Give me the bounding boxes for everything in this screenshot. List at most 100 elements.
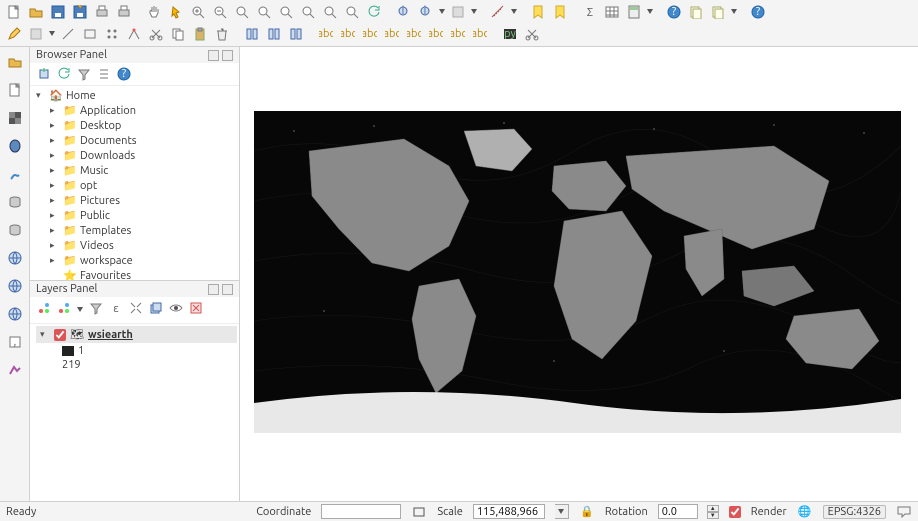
raster-add-icon[interactable] (4, 107, 26, 129)
pan-select-icon[interactable] (166, 2, 186, 22)
split-icon[interactable] (242, 24, 262, 44)
dock-icon[interactable] (208, 284, 219, 295)
spatialite-add-icon[interactable] (4, 163, 26, 185)
rotation-stepper[interactable]: ▲ ▼ (707, 505, 719, 519)
copy-style-icon[interactable] (686, 2, 706, 22)
tree-item-pictures[interactable]: ▸📁Pictures (50, 193, 237, 208)
step-up-icon[interactable]: ▲ (707, 505, 719, 512)
coord-input[interactable] (321, 504, 401, 519)
chevron-down-icon[interactable] (438, 2, 446, 22)
paste-style-icon[interactable] (708, 2, 728, 22)
save-icon[interactable] (48, 2, 68, 22)
chevron-right-icon[interactable]: ▸ (50, 210, 60, 221)
chevron-down-icon[interactable] (48, 24, 56, 44)
crs-value[interactable]: EPSG:4326 (823, 505, 886, 519)
vector-open-icon[interactable] (4, 51, 26, 73)
tree-item-documents[interactable]: ▸📁Documents (50, 133, 237, 148)
add-layer-icon[interactable] (36, 66, 52, 82)
tree-item-public[interactable]: ▸📁Public (50, 208, 237, 223)
tree-item-opt[interactable]: ▸📁opt (50, 178, 237, 193)
zoom-in-icon[interactable] (188, 2, 208, 22)
identify-icon[interactable]: i (416, 2, 436, 22)
delimited-text-icon[interactable]: , (4, 331, 26, 353)
saveas-icon[interactable] (70, 2, 90, 22)
visibility-icon[interactable] (168, 300, 184, 316)
wcs-add-icon[interactable] (4, 275, 26, 297)
merge-sel-icon[interactable] (264, 24, 284, 44)
tree-item-templates[interactable]: ▸📁Templates (50, 223, 237, 238)
mssql-add-icon[interactable] (4, 191, 26, 213)
cut-icon[interactable] (146, 24, 166, 44)
paste-icon[interactable] (190, 24, 210, 44)
markers-icon[interactable] (102, 24, 122, 44)
messages-icon[interactable] (896, 504, 912, 520)
remove-icon[interactable] (188, 300, 204, 316)
abc5-icon[interactable]: abc (404, 24, 424, 44)
scale-dropdown[interactable] (555, 504, 569, 519)
chevron-right-icon[interactable]: ▸ (50, 180, 60, 191)
chevron-right-icon[interactable]: ▸ (50, 225, 60, 236)
scale-input[interactable] (473, 504, 545, 519)
delete-icon[interactable] (212, 24, 232, 44)
crs-icon[interactable]: 🌐 (797, 504, 813, 520)
abc2-icon[interactable]: abc (338, 24, 358, 44)
virtual-layer-icon[interactable] (4, 359, 26, 381)
chevron-down-icon[interactable] (730, 2, 738, 22)
identify-icon[interactable]: i (394, 2, 414, 22)
wfs-add-icon[interactable] (4, 303, 26, 325)
tree-item-desktop[interactable]: ▸📁Desktop (50, 118, 237, 133)
oracle-add-icon[interactable] (4, 219, 26, 241)
print-icon[interactable] (92, 2, 112, 22)
filter-icon[interactable] (76, 66, 92, 82)
action-icon[interactable] (448, 2, 468, 22)
close-icon[interactable] (222, 284, 233, 295)
tree-item-application[interactable]: ▸📁Application (50, 103, 237, 118)
attr-table-icon[interactable] (602, 2, 622, 22)
shortcuts-icon[interactable] (522, 24, 542, 44)
rect-icon[interactable] (80, 24, 100, 44)
stats-icon[interactable]: Σ (580, 2, 600, 22)
chevron-right-icon[interactable]: ▸ (50, 165, 60, 176)
chevron-right-icon[interactable]: ▸ (50, 135, 60, 146)
chevron-down-icon[interactable] (76, 300, 84, 320)
chevron-right-icon[interactable]: ▸ (50, 195, 60, 206)
chevron-right-icon[interactable]: ▸ (50, 105, 60, 116)
measure-icon[interactable] (488, 2, 508, 22)
zoom-next-icon[interactable] (342, 2, 362, 22)
layer-item[interactable]: ▾ 🗺 wsiearth (36, 326, 237, 343)
map-canvas[interactable] (240, 47, 918, 501)
pencil-icon[interactable] (4, 24, 24, 44)
copy-icon[interactable] (168, 24, 188, 44)
tips-icon[interactable]: ? (664, 2, 684, 22)
help-icon[interactable]: ? (116, 66, 132, 82)
lock-scale-icon[interactable]: 🔒 (579, 504, 595, 520)
edit-icon[interactable] (26, 24, 46, 44)
chevron-right-icon[interactable]: ▸ (50, 120, 60, 131)
zoom-native-icon[interactable] (232, 2, 252, 22)
filter-icon[interactable] (88, 300, 104, 316)
expr-icon[interactable]: ε (108, 300, 124, 316)
tree-item-downloads[interactable]: ▸📁Downloads (50, 148, 237, 163)
tree-home[interactable]: ▾🏠Home (36, 88, 237, 103)
postgis-add-icon[interactable] (4, 135, 26, 157)
abc7-icon[interactable]: abc (448, 24, 468, 44)
chevron-right-icon[interactable]: ▸ (50, 150, 60, 161)
rotation-input[interactable] (658, 504, 698, 519)
py-console-icon[interactable]: py (500, 24, 520, 44)
field-calc-icon[interactable] (624, 2, 644, 22)
chevron-down-icon[interactable] (646, 2, 654, 22)
layers-tree[interactable]: ▾ 🗺 wsiearth 1 219 (30, 324, 239, 501)
pan-icon[interactable] (144, 2, 164, 22)
tree-item-music[interactable]: ▸📁Music (50, 163, 237, 178)
chevron-down-icon[interactable]: ▾ (36, 90, 46, 101)
merge-attr-icon[interactable] (286, 24, 306, 44)
abc4-icon[interactable]: abc (382, 24, 402, 44)
chevron-down-icon[interactable] (470, 2, 478, 22)
zoom-out-icon[interactable] (210, 2, 230, 22)
bookmark-list-icon[interactable] (550, 2, 570, 22)
close-icon[interactable] (222, 50, 233, 61)
step-down-icon[interactable]: ▼ (707, 512, 719, 519)
extents-icon[interactable] (411, 504, 427, 520)
refresh-icon[interactable] (56, 66, 72, 82)
render-checkbox[interactable] (729, 506, 741, 518)
